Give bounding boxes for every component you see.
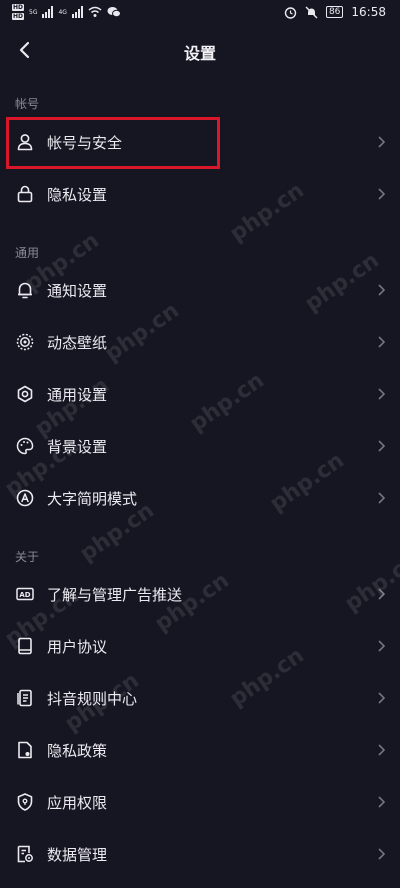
ad-icon: AD (16, 587, 34, 601)
settings-item-privacy-policy[interactable]: 隐私政策 (0, 726, 400, 776)
settings-item-label: 应用权限 (47, 794, 108, 812)
gear-icon (17, 385, 33, 403)
status-bar: HD HD 5G 4G 86 16:58 (0, 0, 400, 28)
section-label-general: 通用 (15, 246, 40, 260)
clock: 16:58 (351, 5, 386, 19)
shield-icon (17, 793, 33, 811)
page-title: 设置 (183, 44, 216, 63)
settings-item-live-wallpaper[interactable]: 动态壁纸 (0, 318, 400, 368)
section-label-account: 帐号 (15, 97, 40, 111)
settings-item-privacy-settings[interactable]: 隐私设置 (0, 170, 400, 220)
settings-item-label: 用户协议 (47, 638, 108, 656)
settings-item-large-font-mode[interactable]: 大字简明模式 (0, 474, 400, 524)
chevron-right-icon (378, 796, 386, 808)
palette-icon (16, 437, 34, 455)
chevron-right-icon (378, 492, 386, 504)
sim-indicators: HD HD (12, 4, 25, 20)
settings-item-user-agreement[interactable]: 用户协议 (0, 622, 400, 672)
chevron-right-icon (378, 136, 386, 148)
settings-item-data-management[interactable]: 数据管理 (0, 830, 400, 880)
wifi-icon (88, 6, 102, 17)
status-right: 86 16:58 (284, 5, 386, 19)
settings-item-label: 隐私设置 (47, 186, 108, 204)
settings-item-label: 通知设置 (47, 282, 108, 300)
sim1-tag: HD (12, 4, 25, 11)
chevron-right-icon (378, 744, 386, 756)
settings-item-label: 大字简明模式 (47, 490, 138, 508)
alarm-icon (284, 6, 297, 19)
network-type-1: 5G (29, 8, 38, 16)
signal-1-icon (42, 6, 54, 18)
signal-2-icon (71, 6, 83, 18)
chevron-right-icon (378, 692, 386, 704)
settings-item-label: 隐私政策 (47, 742, 108, 760)
section-label-about: 关于 (15, 550, 40, 564)
wechat-icon (107, 7, 121, 18)
chevron-right-icon (378, 188, 386, 200)
settings-item-label: 数据管理 (47, 846, 108, 864)
battery-indicator: 86 (325, 6, 344, 18)
settings-item-app-permissions[interactable]: 应用权限 (0, 778, 400, 828)
chevron-right-icon (378, 336, 386, 348)
highlight-box (6, 117, 220, 169)
chevron-right-icon (378, 848, 386, 860)
settings-item-label: 动态壁纸 (47, 334, 108, 352)
wallpaper-icon (16, 333, 34, 351)
sim2-tag: HD (12, 13, 25, 20)
chevron-right-icon (378, 640, 386, 652)
header: 设置 (0, 28, 400, 74)
privacy-doc-icon (18, 741, 32, 759)
rules-doc-icon (17, 689, 32, 707)
status-left: HD HD 5G 4G (12, 4, 121, 20)
chevron-right-icon (378, 440, 386, 452)
data-manage-icon (17, 845, 33, 863)
mute-bell-icon (305, 6, 318, 18)
chevron-right-icon (378, 388, 386, 400)
network-type-2: 4G (58, 8, 67, 16)
chevron-right-icon (378, 284, 386, 296)
svg-text:AD: AD (19, 591, 30, 599)
lock-icon (17, 185, 33, 203)
